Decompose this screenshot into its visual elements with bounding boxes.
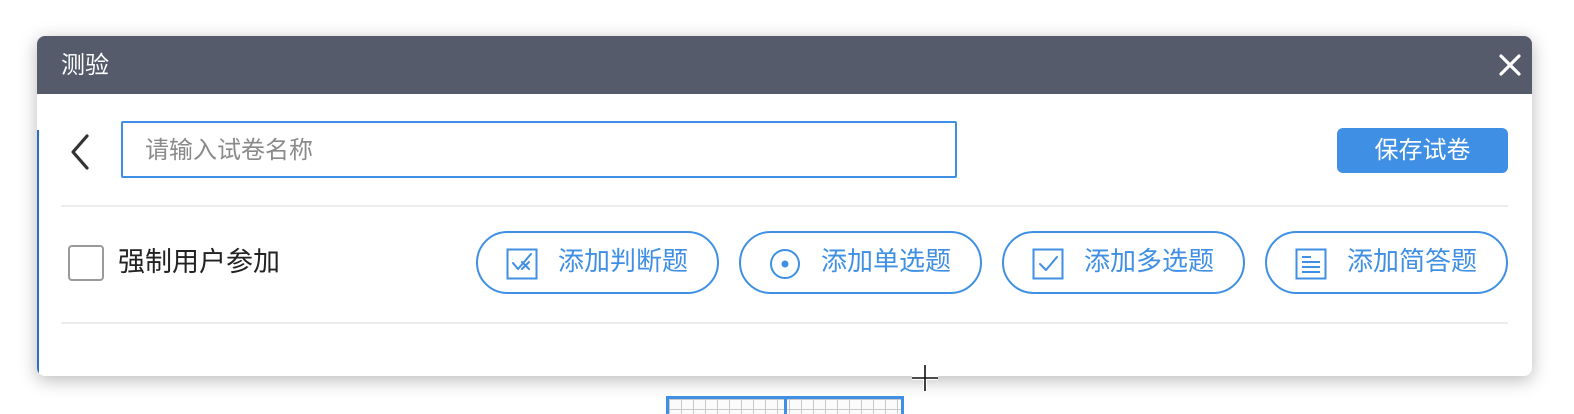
close-icon[interactable]: [1496, 51, 1524, 79]
add-true-false-label: 添加判断题: [558, 247, 689, 277]
divider: [61, 322, 1508, 324]
true-false-icon: [506, 248, 538, 280]
dialog-title: 测验: [61, 51, 109, 79]
add-single-choice-label: 添加单选题: [821, 247, 952, 277]
document-lines-icon: [1295, 248, 1327, 280]
add-multiple-choice-label: 添加多选题: [1084, 247, 1215, 277]
checkbox-icon: [1032, 248, 1064, 280]
add-short-answer-button[interactable]: 添加简答题: [1265, 231, 1508, 294]
background-grid-widget: [666, 396, 904, 414]
add-multiple-choice-button[interactable]: 添加多选题: [1002, 231, 1245, 294]
crosshair-cursor-icon: [911, 364, 939, 392]
quiz-dialog: 测验 保存试卷 强制用户参加 添加判断题: [37, 36, 1532, 376]
save-quiz-button[interactable]: 保存试卷: [1337, 128, 1508, 173]
dialog-titlebar: 测验: [37, 36, 1532, 94]
quiz-name-input[interactable]: [121, 121, 957, 178]
force-join-label: 强制用户参加: [118, 247, 280, 278]
force-join-checkbox[interactable]: [68, 245, 104, 281]
add-single-choice-button[interactable]: 添加单选题: [739, 231, 982, 294]
radio-icon: [769, 248, 801, 280]
add-true-false-button[interactable]: 添加判断题: [476, 231, 719, 294]
left-accent-bar: [37, 130, 39, 376]
chevron-left-icon[interactable]: [65, 130, 97, 174]
divider: [61, 205, 1508, 207]
add-short-answer-label: 添加简答题: [1347, 247, 1478, 277]
